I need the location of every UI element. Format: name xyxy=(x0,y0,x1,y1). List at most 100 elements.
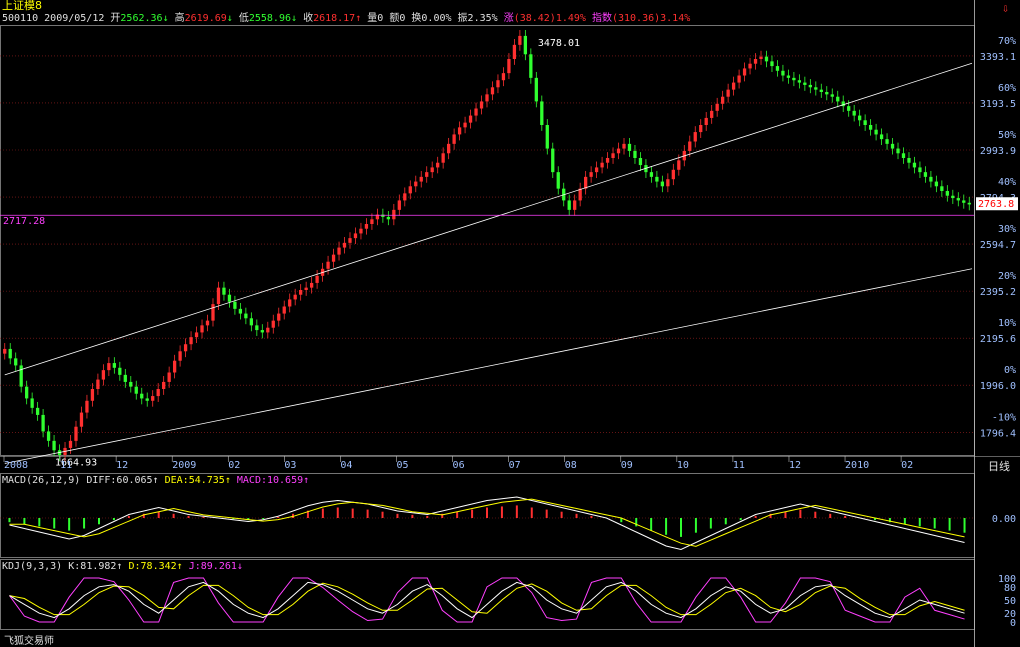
candle-body xyxy=(633,150,637,158)
candle-body xyxy=(425,172,429,177)
candle-body xyxy=(271,320,275,328)
candle-body xyxy=(468,115,473,123)
candle-body xyxy=(68,440,73,448)
candle-body xyxy=(967,202,971,205)
candle-body xyxy=(238,308,243,314)
candle-body xyxy=(485,94,489,102)
candle-body xyxy=(737,75,741,83)
candle-body xyxy=(545,125,549,149)
candle-body xyxy=(677,160,681,170)
candle-body xyxy=(896,148,900,154)
k-label: K: xyxy=(68,561,81,572)
amplitude-label: 振 xyxy=(457,13,468,24)
candle-body xyxy=(534,77,538,102)
candle-body xyxy=(14,358,18,366)
candle-body xyxy=(825,92,829,95)
candle-body xyxy=(304,287,308,290)
d-value: 78.342 xyxy=(140,561,177,572)
candle-body xyxy=(123,374,127,382)
candle-body xyxy=(408,186,412,194)
amount-value: 0 xyxy=(399,13,406,24)
candle-body xyxy=(573,200,577,210)
candle-body xyxy=(233,301,237,309)
pct-tick-label: 50% xyxy=(998,130,1016,141)
candle-body xyxy=(172,360,177,373)
j-line xyxy=(9,577,965,623)
pct-tick-label: 20% xyxy=(998,271,1016,282)
candle-body xyxy=(874,129,878,135)
stock-code: 500110 xyxy=(2,13,39,24)
candle-body xyxy=(710,110,714,118)
x-tick-label: 2010 xyxy=(845,460,869,471)
kdj-tick-label: 80 xyxy=(1004,583,1016,594)
candle-body xyxy=(101,370,106,380)
candle-body xyxy=(803,82,807,85)
candle-body xyxy=(868,125,873,130)
diff-line xyxy=(9,496,965,551)
candle-body xyxy=(797,80,802,83)
candle-body xyxy=(616,148,621,154)
candle-body xyxy=(277,313,281,321)
close-label: 收 xyxy=(303,13,314,24)
diff-value: 60.065 xyxy=(116,475,153,486)
candle-body xyxy=(907,158,911,163)
candle-body xyxy=(671,169,675,180)
candle-body xyxy=(660,181,665,187)
down-arrow-icon[interactable]: ⇩ xyxy=(1002,1,1009,15)
x-tick-label: 09 xyxy=(621,460,633,471)
kdj-tick-label: 0 xyxy=(1010,618,1016,629)
period-dayline-button[interactable]: 日线 xyxy=(988,458,1010,474)
x-tick-label: 07 xyxy=(509,460,521,471)
candle-body xyxy=(107,363,111,371)
candle-body xyxy=(929,176,933,182)
macd-series: 0.00 xyxy=(0,496,1016,551)
candle-body xyxy=(474,108,478,116)
candlestick-series xyxy=(3,30,971,461)
candle-body xyxy=(414,181,418,187)
turnover-label: 换 xyxy=(411,13,422,24)
quote-date: 2009/05/12 xyxy=(44,13,105,24)
candle-body xyxy=(956,198,960,201)
x-tick-label: 02 xyxy=(228,460,240,471)
candle-body xyxy=(655,176,659,182)
kdj-title: KDJ(9,3,3) xyxy=(2,561,63,572)
price-tick-label: 2195.6 xyxy=(980,334,1016,345)
candle-body xyxy=(934,181,939,187)
candle-body xyxy=(35,407,40,415)
candle-body xyxy=(85,400,89,413)
price-tick-label: 3193.5 xyxy=(980,99,1016,110)
candle-body xyxy=(145,398,149,401)
candle-body xyxy=(255,325,259,331)
macd-label: MACD: xyxy=(236,475,267,486)
stock-chart[interactable]: 3393.170%3193.560%2993.950%2794.340%2594… xyxy=(0,0,1020,647)
candle-body xyxy=(951,195,955,199)
candle-body xyxy=(699,125,703,133)
candle-body xyxy=(940,186,944,191)
candle-body xyxy=(551,148,555,173)
candle-body xyxy=(770,61,774,67)
diff-label: DIFF: xyxy=(86,475,117,486)
index-value: (310.36)3.14% xyxy=(611,13,691,24)
trend-line xyxy=(4,268,973,464)
macd-title: MACD(26,12,9) xyxy=(2,475,81,486)
candle-body xyxy=(216,287,221,305)
price-tick-label: 1996.0 xyxy=(980,381,1016,392)
low-label: 低 xyxy=(238,13,249,24)
candle-body xyxy=(331,254,336,262)
candle-body xyxy=(753,59,758,64)
candle-body xyxy=(419,176,423,182)
candle-body xyxy=(490,87,495,95)
candle-body xyxy=(704,117,708,125)
low-value: 2558.96 xyxy=(248,13,291,24)
x-tick-label: 05 xyxy=(396,460,408,471)
candle-body xyxy=(666,179,670,187)
candle-body xyxy=(901,153,906,158)
candle-body xyxy=(693,132,697,142)
candle-body xyxy=(227,294,232,302)
candle-body xyxy=(342,242,347,248)
candle-body xyxy=(386,216,390,220)
grid-lines xyxy=(0,55,974,433)
price-tick-label: 2594.7 xyxy=(980,240,1016,251)
candle-body xyxy=(830,94,834,97)
candle-body xyxy=(945,191,949,196)
